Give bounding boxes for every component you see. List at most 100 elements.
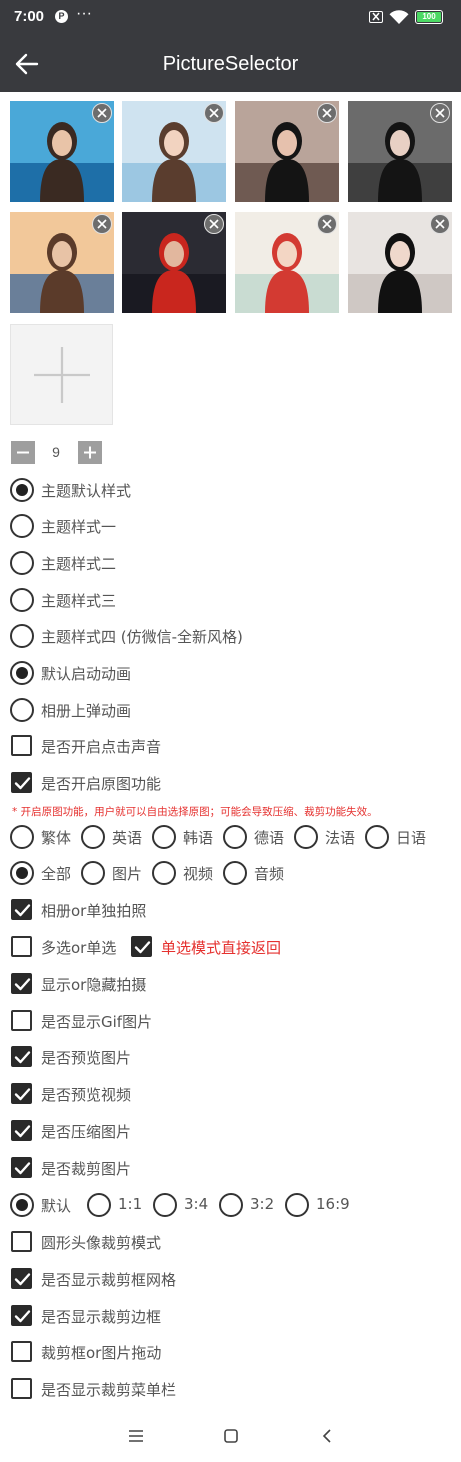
option-label: 是否开启点击声音 <box>41 738 162 756</box>
option-label: 显示or隐藏拍摄 <box>41 976 147 994</box>
checkbox-unchecked-icon[interactable] <box>11 1378 32 1399</box>
radio-unchecked-icon[interactable] <box>365 825 389 849</box>
radio-unchecked-icon[interactable] <box>10 551 34 575</box>
radio-unchecked-icon[interactable] <box>10 588 34 612</box>
remove-photo-button[interactable] <box>92 214 112 234</box>
radio-unchecked-icon[interactable] <box>10 825 34 849</box>
option-label: 主题样式四 (仿微信-全新风格) <box>41 628 243 646</box>
radio-checked-icon[interactable] <box>10 861 34 885</box>
radio-unchecked-icon[interactable] <box>223 825 247 849</box>
radio-unchecked-icon[interactable] <box>87 1193 111 1217</box>
home-square-icon <box>224 1429 238 1443</box>
radio-unchecked-icon[interactable] <box>81 861 105 885</box>
remove-photo-button[interactable] <box>317 214 337 234</box>
battery-level: 100 <box>417 12 441 22</box>
remove-photo-button[interactable] <box>204 214 224 234</box>
remove-photo-button[interactable] <box>430 214 450 234</box>
menu-icon <box>129 1430 143 1442</box>
decrease-button[interactable] <box>11 441 35 464</box>
home-button[interactable] <box>216 1424 246 1448</box>
radio-unchecked-icon[interactable] <box>153 1193 177 1217</box>
checkbox-checked-icon[interactable] <box>11 1083 32 1104</box>
radio-unchecked-icon[interactable] <box>285 1193 309 1217</box>
increase-button[interactable] <box>78 441 102 464</box>
option-label: 主题默认样式 <box>41 482 132 500</box>
option-label: 主题样式二 <box>41 555 117 573</box>
checkbox-unchecked-icon[interactable] <box>11 1010 32 1031</box>
photo-thumbnail[interactable] <box>235 101 339 202</box>
option-label: 相册上弹动画 <box>41 702 132 720</box>
checkbox-unchecked-icon[interactable] <box>11 936 32 957</box>
remove-photo-button[interactable] <box>317 103 337 123</box>
menu-button[interactable] <box>121 1424 151 1448</box>
option-label: 默认启动动画 <box>41 665 132 683</box>
minus-icon <box>17 451 29 454</box>
option-label: 是否显示裁剪边框 <box>41 1308 162 1326</box>
chevron-left-icon <box>322 1429 331 1443</box>
option-label: 多选or单选 <box>41 939 117 957</box>
checkbox-checked-icon[interactable] <box>11 1120 32 1141</box>
radio-unchecked-icon[interactable] <box>10 514 34 538</box>
remove-photo-button[interactable] <box>204 103 224 123</box>
option-label: 相册or单独拍照 <box>41 902 147 920</box>
option-label: 日语 <box>396 829 427 847</box>
option-label: 1:1 <box>118 1195 143 1213</box>
option-label: 圆形头像裁剪模式 <box>41 1234 162 1252</box>
checkbox-checked-icon[interactable] <box>11 899 32 920</box>
checkbox-checked-icon[interactable] <box>11 1305 32 1326</box>
checkbox-checked-icon[interactable] <box>11 973 32 994</box>
option-label: 韩语 <box>183 829 214 847</box>
radio-checked-icon[interactable] <box>10 478 34 502</box>
plus-icon <box>34 347 90 403</box>
checkbox-checked-icon[interactable] <box>11 1046 32 1067</box>
radio-checked-icon[interactable] <box>10 661 34 685</box>
checkbox-checked-icon[interactable] <box>11 1268 32 1289</box>
back-nav-button[interactable] <box>312 1424 342 1448</box>
photo-thumbnail[interactable] <box>348 212 452 313</box>
photo-thumbnail[interactable] <box>348 101 452 202</box>
radio-unchecked-icon[interactable] <box>294 825 318 849</box>
radio-unchecked-icon[interactable] <box>219 1193 243 1217</box>
photo-thumbnail[interactable] <box>10 212 114 313</box>
radio-unchecked-icon[interactable] <box>152 825 176 849</box>
option-label: 英语 <box>112 829 143 847</box>
battery-icon: 100 <box>415 10 443 24</box>
close-icon <box>322 108 332 118</box>
close-icon <box>435 219 445 229</box>
checkbox-checked-icon[interactable] <box>11 772 32 793</box>
radio-unchecked-icon[interactable] <box>10 624 34 648</box>
photo-thumbnail[interactable] <box>122 212 226 313</box>
remove-photo-button[interactable] <box>92 103 112 123</box>
option-label: 默认 <box>41 1197 72 1215</box>
checkbox-checked-icon[interactable] <box>11 1157 32 1178</box>
checkbox-unchecked-icon[interactable] <box>11 735 32 756</box>
photo-thumbnail[interactable] <box>122 101 226 202</box>
close-icon <box>97 108 107 118</box>
photo-thumbnail[interactable] <box>10 101 114 202</box>
plus-icon <box>84 446 96 459</box>
option-label: 裁剪框or图片拖动 <box>41 1344 162 1362</box>
option-label: 3:4 <box>184 1195 209 1213</box>
radio-unchecked-icon[interactable] <box>10 698 34 722</box>
checkbox-checked-icon[interactable] <box>131 936 152 957</box>
app-toolbar: PictureSelector <box>0 36 461 92</box>
remove-photo-button[interactable] <box>430 103 450 123</box>
radio-unchecked-icon[interactable] <box>223 861 247 885</box>
checkbox-unchecked-icon[interactable] <box>11 1231 32 1252</box>
add-photo-button[interactable] <box>10 324 113 425</box>
close-icon <box>322 219 332 229</box>
app-notification-icon: P <box>55 10 68 23</box>
option-label: 德语 <box>254 829 285 847</box>
radio-unchecked-icon[interactable] <box>81 825 105 849</box>
status-bar: 7:00 P ··· 100 <box>0 0 461 36</box>
photo-thumbnail[interactable] <box>235 212 339 313</box>
radio-checked-icon[interactable] <box>10 1193 34 1217</box>
option-label: 是否开启原图功能 <box>41 775 162 793</box>
checkbox-unchecked-icon[interactable] <box>11 1341 32 1362</box>
option-label: 是否预览图片 <box>41 1049 132 1067</box>
radio-unchecked-icon[interactable] <box>152 861 176 885</box>
option-label: 是否显示Gif图片 <box>41 1013 153 1031</box>
page-title: PictureSelector <box>162 53 299 75</box>
option-label: 3:2 <box>250 1195 275 1213</box>
option-label: 是否裁剪图片 <box>41 1160 132 1178</box>
